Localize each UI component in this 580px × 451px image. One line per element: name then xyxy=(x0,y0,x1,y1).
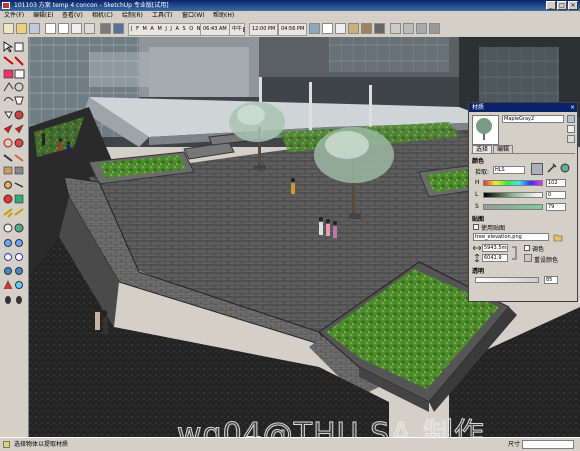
save-icon[interactable] xyxy=(29,23,40,34)
status-bar: 选择物体以提取材质 尺寸 xyxy=(0,437,580,451)
texture-section-label: 贴图 xyxy=(472,216,485,223)
wireframe-style-icon[interactable] xyxy=(322,23,333,34)
paint-bucket-icon[interactable] xyxy=(567,135,575,143)
color-section-label: 颜色 xyxy=(472,158,485,165)
monochrome-style-icon[interactable] xyxy=(374,23,385,34)
colorize-label: 调色 xyxy=(532,246,545,253)
sunset-time: 04:56 PM xyxy=(278,23,308,36)
maximize-button[interactable]: □ xyxy=(557,1,567,10)
measurements-label: 尺寸 xyxy=(508,441,521,448)
menu-window[interactable]: 窗口(W) xyxy=(182,11,205,21)
h-value-field[interactable]: 102 xyxy=(546,179,566,187)
opacity-slider[interactable] xyxy=(475,277,539,283)
picker-select[interactable]: HLS xyxy=(493,166,525,174)
browse-folder-icon[interactable] xyxy=(553,232,563,242)
color-wheel-icon[interactable] xyxy=(560,163,570,173)
opacity-section-label: 透明 xyxy=(472,268,485,275)
material-name-field[interactable]: MapleGray2 xyxy=(502,115,564,123)
use-texture-checkbox[interactable] xyxy=(473,224,479,230)
reset-color-label[interactable]: 重设颜色 xyxy=(534,255,558,264)
texture-file-field[interactable]: tree_elevation.png xyxy=(473,233,549,241)
menu-file[interactable]: 文件(F) xyxy=(4,11,24,21)
menu-tools[interactable]: 工具(T) xyxy=(152,11,172,21)
s-label: S xyxy=(475,203,479,210)
color-swatch[interactable] xyxy=(531,163,543,175)
l-value-field[interactable]: 0 xyxy=(546,191,566,199)
textured-style-icon[interactable] xyxy=(361,23,372,34)
window-title: 101103 方案 temp 4 concon - SketchUp 专业版[试… xyxy=(14,2,169,9)
h-label: H xyxy=(475,179,480,186)
minimize-button[interactable]: _ xyxy=(546,1,556,10)
xray-style-icon[interactable] xyxy=(309,23,320,34)
close-button[interactable]: × xyxy=(568,1,578,10)
link-aspect-icon[interactable] xyxy=(511,246,519,260)
colorize-checkbox[interactable] xyxy=(524,245,530,251)
sketchup-app-icon xyxy=(2,2,10,9)
l-label: L xyxy=(475,191,479,198)
open-folder-icon[interactable] xyxy=(16,23,27,34)
opacity-value-field[interactable]: 85 xyxy=(544,276,558,284)
texture-width-field[interactable]: 5943.5mm xyxy=(482,244,508,252)
width-arrow-icon xyxy=(472,244,482,252)
time-slider[interactable] xyxy=(243,27,245,32)
tool-palette xyxy=(0,37,29,437)
use-texture-label: 使用贴图 xyxy=(481,225,506,232)
menu-draw[interactable]: 绘制(R) xyxy=(122,11,143,21)
panel-close-icon[interactable]: × xyxy=(570,103,575,112)
tree-thumbnail-icon xyxy=(476,118,492,140)
materials-panel-title: 材质 xyxy=(472,104,485,111)
l-slider[interactable] xyxy=(483,192,543,198)
h-slider[interactable] xyxy=(483,180,543,186)
fog-icon[interactable] xyxy=(429,23,440,34)
texture-height-field[interactable]: 6041.9 xyxy=(482,254,508,262)
display-section-icon[interactable] xyxy=(403,23,414,34)
sunrise-time: 06:43 AM xyxy=(200,23,230,36)
menu-view[interactable]: 查看(V) xyxy=(62,11,83,21)
section-cut-icon[interactable] xyxy=(416,23,427,34)
menu-edit[interactable]: 编辑(E) xyxy=(33,11,53,21)
right-view-icon[interactable] xyxy=(71,23,82,34)
s-slider[interactable] xyxy=(483,204,543,210)
material-preview xyxy=(472,115,499,145)
create-material-icon[interactable] xyxy=(567,115,575,123)
status-info-icon xyxy=(3,441,10,448)
iso-view-icon[interactable] xyxy=(113,23,124,34)
eyedropper-icon[interactable] xyxy=(547,163,557,173)
materials-panel-header: 材质 × xyxy=(469,103,577,112)
materials-panel: 材质 × MapleGray2 选择 编辑 颜色 拾取: HLS H 102 L… xyxy=(468,102,578,302)
back-view-icon[interactable] xyxy=(84,23,95,34)
reset-color-swatch[interactable] xyxy=(524,254,532,262)
front-view-icon[interactable] xyxy=(45,23,56,34)
menu-help[interactable]: 帮助(H) xyxy=(213,11,234,21)
section-plane-icon[interactable] xyxy=(390,23,401,34)
shaded-style-icon[interactable] xyxy=(348,23,359,34)
toolbar: J F M A M J J A S O N D 06:43 AM 中午 12:0… xyxy=(0,21,580,38)
s-value-field[interactable]: 79 xyxy=(546,203,566,211)
height-arrow-icon xyxy=(473,253,481,263)
menu-bar: 文件(F) 编辑(E) 查看(V) 相机(C) 绘制(R) 工具(T) 窗口(W… xyxy=(0,11,580,21)
measurements-box[interactable] xyxy=(522,440,574,449)
home-view-icon[interactable] xyxy=(58,23,69,34)
tool-palette-icons xyxy=(3,41,25,304)
menu-camera[interactable]: 相机(C) xyxy=(92,11,113,21)
title-bar: 101103 方案 temp 4 concon - SketchUp 专业版[试… xyxy=(0,0,580,11)
new-file-icon[interactable] xyxy=(3,23,14,34)
top-view-icon[interactable] xyxy=(100,23,111,34)
time-current: 12:00 PM xyxy=(249,23,279,36)
tab-divider xyxy=(471,153,575,154)
sample-paint-icon[interactable] xyxy=(567,125,575,133)
watermark-text: wg04@THU SA 制作 xyxy=(177,417,485,438)
status-hint: 选择物体以提取材质 xyxy=(14,441,69,448)
picker-label: 拾取: xyxy=(475,169,490,176)
hidden-line-style-icon[interactable] xyxy=(335,23,346,34)
